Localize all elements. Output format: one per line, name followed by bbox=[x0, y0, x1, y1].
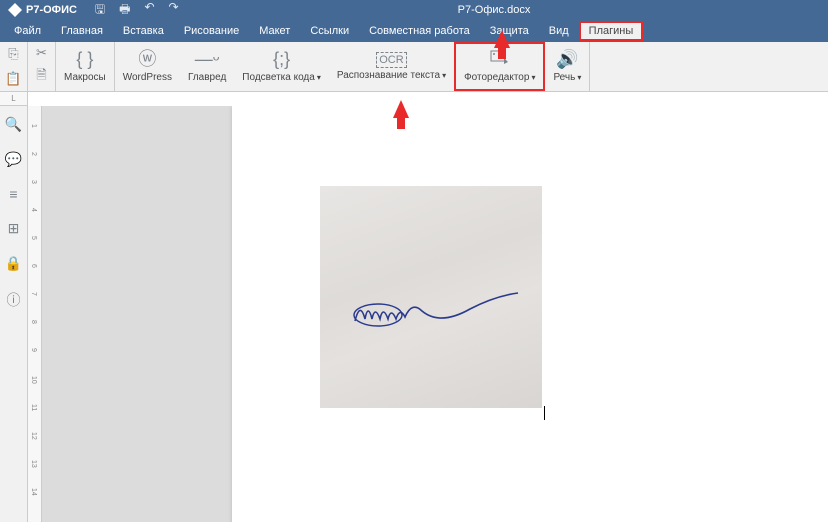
plugins-toolbar: ⎘ 📋 ✂ 🗎 { } Макросы ⓦ WordPress —ᵕ Главр… bbox=[0, 42, 828, 92]
photoeditor-label: Фоторедактор▾ bbox=[464, 72, 535, 83]
menu-view[interactable]: Вид bbox=[539, 21, 579, 41]
macros-label: Макросы bbox=[64, 72, 106, 83]
left-sidebar: 🔍 💬 ≡ ⊞ 🔒 ⓘ bbox=[0, 106, 28, 522]
wordpress-label: WordPress bbox=[123, 72, 172, 83]
headings-icon[interactable]: ≡ bbox=[9, 186, 17, 202]
macros-button[interactable]: { } Макросы bbox=[56, 42, 115, 91]
chevron-down-icon: ▾ bbox=[577, 73, 581, 82]
code-icon: {;} bbox=[273, 50, 290, 70]
menu-insert[interactable]: Вставка bbox=[113, 21, 174, 41]
menu-file[interactable]: Файл bbox=[4, 21, 51, 41]
comments-icon[interactable]: 💬 bbox=[5, 151, 22, 168]
clipboard-group-2: ✂ 🗎 bbox=[28, 42, 56, 91]
paste-icon[interactable]: 📋 bbox=[5, 71, 21, 87]
wordpress-icon: ⓦ bbox=[138, 50, 156, 70]
document-area: 1234567891011121314 bbox=[28, 106, 828, 522]
clipboard-group: ⎘ 📋 bbox=[0, 42, 28, 91]
highlight-label: Подсветка кода▾ bbox=[242, 72, 321, 83]
inserted-image[interactable] bbox=[320, 186, 542, 408]
menu-home[interactable]: Главная bbox=[51, 21, 113, 41]
menu-bar: Файл Главная Вставка Рисование Макет Ссы… bbox=[0, 20, 828, 42]
ocr-label: Распознавание текста▾ bbox=[337, 70, 446, 81]
paste-special-icon[interactable]: 🗎 bbox=[36, 66, 46, 88]
highlight-button[interactable]: {;} Подсветка кода▾ bbox=[234, 42, 329, 91]
menu-refs[interactable]: Ссылки bbox=[300, 21, 359, 41]
vertical-ruler[interactable]: 1234567891011121314 bbox=[28, 106, 42, 522]
speech-label: Речь▾ bbox=[553, 72, 581, 83]
menu-draw[interactable]: Рисование bbox=[174, 21, 249, 41]
chevron-down-icon: ▾ bbox=[442, 71, 446, 80]
document-title: Р7-Офис.docx bbox=[458, 4, 531, 16]
glavred-button[interactable]: —ᵕ Главред bbox=[180, 42, 234, 91]
chevron-down-icon: ▾ bbox=[317, 73, 321, 82]
menu-plugins[interactable]: Плагины bbox=[579, 21, 644, 41]
text-cursor bbox=[544, 406, 545, 420]
quick-access: 🖫 🖶 ↶ ↷ bbox=[95, 0, 179, 21]
copy-icon[interactable]: ⎘ bbox=[8, 46, 18, 62]
lock-icon[interactable]: 🔒 bbox=[5, 255, 22, 272]
title-bar: Р7-ОФИС 🖫 🖶 ↶ ↷ Р7-Офис.docx bbox=[0, 0, 828, 20]
info-icon[interactable]: ⓘ bbox=[7, 290, 21, 310]
cut-icon[interactable]: ✂ bbox=[36, 45, 47, 61]
logo-icon bbox=[8, 3, 22, 17]
ruler-corner: L bbox=[0, 92, 28, 106]
bookmark-icon[interactable]: ⊞ bbox=[8, 220, 20, 237]
chevron-down-icon: ▾ bbox=[531, 73, 535, 82]
search-icon[interactable]: 🔍 bbox=[5, 116, 22, 133]
speech-button[interactable]: 🔊 Речь▾ bbox=[545, 42, 590, 91]
wordpress-button[interactable]: ⓦ WordPress bbox=[115, 42, 180, 91]
menu-collab[interactable]: Совместная работа bbox=[359, 21, 480, 41]
save-icon[interactable]: 🖫 bbox=[95, 0, 105, 21]
macros-icon: { } bbox=[76, 50, 93, 70]
print-icon[interactable]: 🖶 bbox=[119, 0, 130, 21]
undo-icon[interactable]: ↶ bbox=[144, 0, 154, 21]
ocr-icon: OCR bbox=[376, 52, 406, 68]
app-name: Р7-ОФИС bbox=[26, 4, 77, 16]
document-canvas[interactable] bbox=[42, 106, 828, 522]
speech-icon: 🔊 bbox=[556, 50, 578, 70]
glavred-label: Главред bbox=[188, 72, 226, 83]
workspace: 🔍 💬 ≡ ⊞ 🔒 ⓘ 1234567891011121314 bbox=[0, 106, 828, 522]
ocr-button[interactable]: OCR Распознавание текста▾ bbox=[329, 42, 454, 91]
redo-icon[interactable]: ↷ bbox=[169, 0, 179, 21]
signature-graphic bbox=[350, 291, 520, 331]
glavred-icon: —ᵕ bbox=[195, 50, 220, 70]
ruler-row: L 210123456789101112131415161718 bbox=[0, 92, 828, 106]
app-logo: Р7-ОФИС bbox=[8, 3, 77, 17]
menu-layout[interactable]: Макет bbox=[249, 21, 300, 41]
